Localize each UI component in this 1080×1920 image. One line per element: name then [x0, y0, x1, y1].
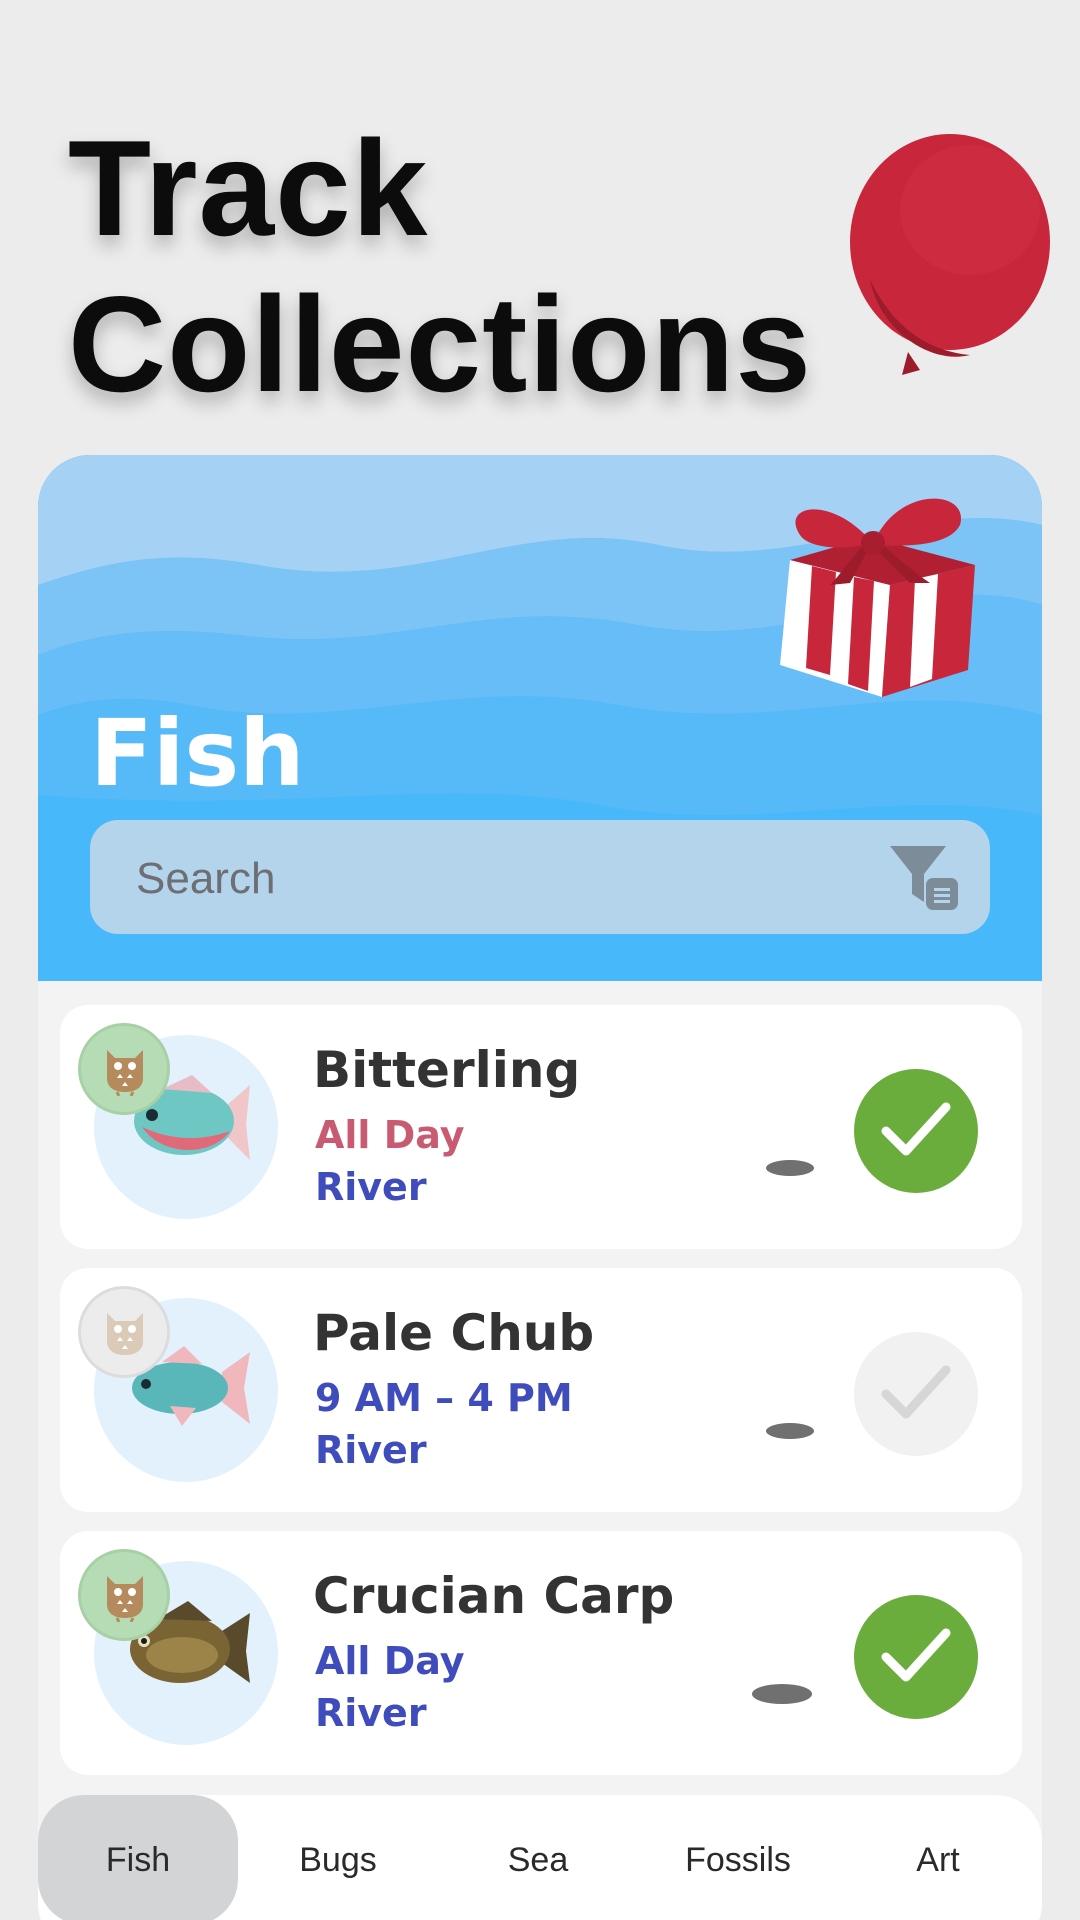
- list-item[interactable]: Pale Chub 9 AM – 4 PM River: [60, 1268, 1022, 1512]
- search-input[interactable]: Search: [90, 820, 990, 934]
- owl-icon: [107, 1313, 143, 1355]
- fish-location: River: [315, 1691, 427, 1735]
- list-item[interactable]: Bitterling All Day River: [60, 1005, 1022, 1249]
- fish-time: All Day: [315, 1113, 465, 1157]
- tab-fossils[interactable]: Fossils: [638, 1795, 838, 1920]
- fish-name: Bitterling: [313, 1041, 581, 1099]
- fish-shadow-icon: [766, 1423, 814, 1439]
- headline-line-1: Track: [68, 112, 429, 264]
- donated-badge[interactable]: [78, 1549, 170, 1641]
- check-icon: [881, 1628, 951, 1682]
- caught-toggle[interactable]: [854, 1595, 978, 1719]
- fish-location: River: [315, 1165, 427, 1209]
- tab-bugs[interactable]: Bugs: [238, 1795, 438, 1920]
- promo-headline: Track Collections: [68, 110, 812, 422]
- headline-line-2: Collections: [68, 268, 812, 420]
- donated-badge[interactable]: [78, 1286, 170, 1378]
- caught-toggle[interactable]: [854, 1332, 978, 1456]
- collection-card: Fish Search Bitterling All Day River Pal…: [38, 455, 1042, 1920]
- tab-fish[interactable]: Fish: [38, 1795, 238, 1920]
- fish-shadow-icon: [752, 1684, 812, 1704]
- fish-time: 9 AM – 4 PM: [315, 1376, 573, 1420]
- fish-shadow-icon: [766, 1160, 814, 1176]
- tab-sea[interactable]: Sea: [438, 1795, 638, 1920]
- filter-icon[interactable]: [888, 844, 960, 914]
- caught-toggle[interactable]: [854, 1069, 978, 1193]
- owl-icon: [107, 1576, 143, 1622]
- section-title: Fish: [90, 700, 305, 807]
- search-placeholder: Search: [136, 854, 276, 903]
- fish-name: Pale Chub: [313, 1304, 595, 1362]
- card-header: Fish Search: [38, 455, 1042, 981]
- bottom-tab-bar: Fish Bugs Sea Fossils Art: [38, 1795, 1042, 1920]
- balloon-icon: [850, 134, 1050, 375]
- fish-location: River: [315, 1428, 427, 1472]
- check-icon: [881, 1365, 951, 1419]
- fish-name: Crucian Carp: [313, 1567, 675, 1625]
- donated-badge[interactable]: [78, 1023, 170, 1115]
- owl-icon: [107, 1050, 143, 1096]
- check-icon: [881, 1102, 951, 1156]
- tab-art[interactable]: Art: [838, 1795, 1038, 1920]
- fish-time: All Day: [315, 1639, 465, 1683]
- list-item[interactable]: Crucian Carp All Day River: [60, 1531, 1022, 1775]
- gift-icon: [780, 498, 975, 697]
